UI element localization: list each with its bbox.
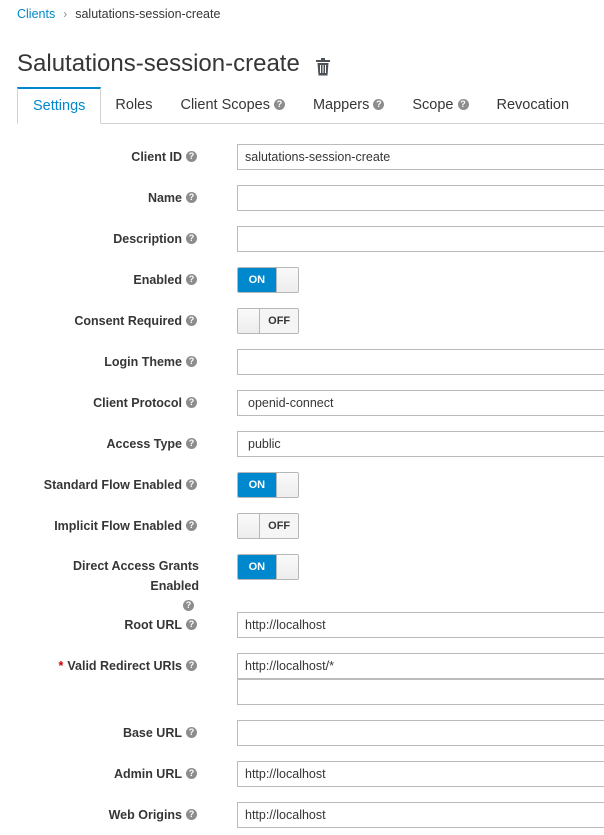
help-icon[interactable]: ?	[183, 600, 194, 612]
name-label: Name?	[148, 191, 197, 205]
enabled-label: Enabled?	[133, 273, 197, 287]
toggle-state: ON	[238, 473, 276, 497]
page-title-row: Salutations-session-create	[17, 50, 330, 78]
help-icon[interactable]: ?	[186, 809, 197, 821]
root-url-input[interactable]	[237, 612, 604, 638]
name-input[interactable]	[237, 185, 604, 211]
admin-url-label: Admin URL?	[114, 767, 197, 781]
trash-icon[interactable]	[315, 55, 330, 76]
tab-roles[interactable]: Roles	[101, 87, 166, 123]
admin-url-input[interactable]	[237, 761, 604, 787]
consent-required-label: Consent Required?	[74, 314, 197, 328]
tab-scope-label: Scope	[412, 97, 454, 113]
help-icon[interactable]: ?	[186, 520, 197, 532]
toggle-state: ON	[238, 555, 276, 579]
help-icon[interactable]: ?	[186, 192, 197, 204]
tab-revocation[interactable]: Revocation	[483, 87, 584, 123]
help-icon[interactable]: ?	[186, 397, 197, 409]
client-protocol-select[interactable]	[237, 390, 604, 416]
help-icon[interactable]: ?	[457, 98, 469, 110]
tab-bar: Settings Roles Client Scopes? Mappers? S…	[17, 87, 604, 124]
direct-access-label: Direct Access Grants Enabled?	[73, 559, 199, 612]
base-url-input[interactable]	[237, 720, 604, 746]
web-origins-label: Web Origins?	[109, 808, 197, 822]
standard-flow-toggle[interactable]: ON	[237, 472, 299, 498]
login-theme-select[interactable]	[237, 349, 604, 375]
implicit-flow-label: Implicit Flow Enabled?	[54, 519, 197, 533]
enabled-toggle[interactable]: ON	[237, 267, 299, 293]
tab-client-scopes-label: Client Scopes	[180, 97, 270, 113]
required-mark: *	[58, 659, 64, 673]
client-id-label: Client ID?	[131, 150, 197, 164]
tab-roles-label: Roles	[115, 97, 153, 113]
breadcrumb-clients-link[interactable]: Clients	[17, 7, 55, 21]
toggle-knob	[238, 309, 261, 333]
help-icon[interactable]: ?	[186, 151, 197, 163]
toggle-knob	[275, 268, 298, 292]
valid-redirect-input-new[interactable]	[237, 679, 604, 705]
help-icon[interactable]: ?	[186, 768, 197, 780]
help-icon[interactable]: ?	[186, 233, 197, 245]
root-url-label: Root URL?	[124, 618, 197, 632]
breadcrumb-separator: ›	[63, 7, 68, 21]
tab-client-scopes[interactable]: Client Scopes?	[166, 87, 298, 123]
tab-mappers[interactable]: Mappers?	[299, 87, 398, 123]
toggle-state: OFF	[260, 514, 298, 538]
valid-redirect-label: * Valid Redirect URIs?	[58, 659, 197, 673]
standard-flow-label: Standard Flow Enabled?	[44, 478, 197, 492]
tab-settings[interactable]: Settings	[17, 87, 102, 124]
toggle-state: OFF	[260, 309, 298, 333]
login-theme-label: Login Theme?	[104, 355, 197, 369]
help-icon[interactable]: ?	[186, 727, 197, 739]
breadcrumb-current: salutations-session-create	[75, 7, 221, 21]
tab-mappers-label: Mappers	[312, 97, 370, 113]
help-icon[interactable]: ?	[273, 98, 285, 110]
breadcrumb: Clients › salutations-session-create	[17, 7, 220, 21]
tab-revocation-label: Revocation	[496, 97, 570, 113]
help-icon[interactable]: ?	[186, 356, 197, 368]
implicit-flow-toggle[interactable]: OFF	[237, 513, 299, 539]
client-protocol-label: Client Protocol?	[93, 396, 197, 410]
help-icon[interactable]: ?	[186, 315, 197, 327]
access-type-label: Access Type?	[106, 437, 197, 451]
valid-redirect-input[interactable]	[237, 653, 604, 679]
help-icon[interactable]: ?	[186, 438, 197, 450]
web-origins-input[interactable]	[237, 802, 604, 828]
help-icon[interactable]: ?	[186, 274, 197, 286]
help-icon[interactable]: ?	[373, 98, 385, 110]
toggle-state: ON	[238, 268, 276, 292]
toggle-knob	[238, 514, 261, 538]
toggle-knob	[275, 555, 298, 579]
help-icon[interactable]: ?	[186, 619, 197, 631]
direct-access-toggle[interactable]: ON	[237, 554, 299, 580]
help-icon[interactable]: ?	[186, 660, 197, 672]
tab-settings-label: Settings	[33, 98, 86, 114]
page-title: Salutations-session-create	[17, 50, 300, 77]
description-input[interactable]	[237, 226, 604, 252]
client-id-input[interactable]	[237, 144, 604, 170]
access-type-select[interactable]	[237, 431, 604, 457]
base-url-label: Base URL?	[123, 726, 197, 740]
toggle-knob	[275, 473, 298, 497]
help-icon[interactable]: ?	[186, 479, 197, 491]
description-label: Description?	[113, 232, 197, 246]
consent-required-toggle[interactable]: OFF	[237, 308, 299, 334]
tab-scope[interactable]: Scope?	[398, 87, 482, 123]
